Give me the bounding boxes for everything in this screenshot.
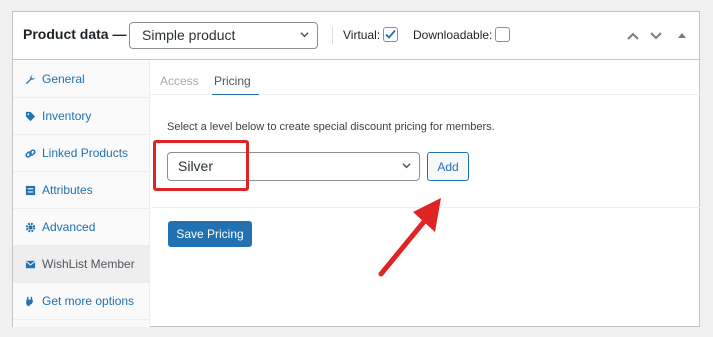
sidebar-item-label: Get more options (42, 294, 135, 308)
link-icon (25, 148, 36, 158)
save-pricing-button[interactable]: Save Pricing (168, 221, 252, 247)
sidebar-item-label: Linked Products (42, 146, 129, 160)
move-down-icon[interactable] (649, 30, 663, 42)
plugin-icon (26, 296, 33, 306)
level-select-highlight (153, 140, 249, 191)
add-level-button[interactable]: Add (427, 152, 469, 181)
sidebar-item-label: WishList Member (42, 257, 135, 271)
collapse-toggle-icon[interactable] (677, 30, 687, 42)
sidebar-item-get-more-options[interactable]: Get more options (13, 283, 149, 320)
tag-icon (25, 111, 36, 121)
sidebar-item-label: General (42, 72, 85, 86)
header-divider (332, 27, 333, 44)
sidebar-item-linked-products[interactable]: Linked Products (13, 135, 149, 172)
virtual-checkbox[interactable] (383, 27, 399, 42)
list-icon (25, 185, 36, 195)
tab-access[interactable]: Access (160, 74, 199, 88)
panel-title: Product data — (23, 26, 127, 42)
wishlist-tabs: Access Pricing (150, 61, 700, 95)
chevron-down-icon (402, 163, 411, 169)
move-up-icon[interactable] (626, 30, 640, 42)
annotation-arrow-icon (378, 198, 441, 277)
sidebar-item-label: Attributes (42, 183, 93, 197)
wrench-icon (25, 74, 36, 84)
sidebar-item-inventory[interactable]: Inventory (13, 98, 149, 135)
pricing-instruction: Select a level below to create special d… (167, 121, 495, 133)
sidebar-item-label: Advanced (42, 220, 96, 234)
gear-icon (25, 222, 36, 232)
sidebar-item-general[interactable]: General (13, 61, 149, 98)
downloadable-checkbox[interactable] (495, 27, 511, 42)
tab-pricing[interactable]: Pricing (212, 74, 259, 95)
panel-header: Product data — Simple product Virtual: D… (13, 12, 699, 60)
virtual-label: Virtual: (343, 27, 381, 42)
product-data-tabs: General Inventory Linked Products Attrib… (13, 61, 150, 327)
product-data-panel: Product data — Simple product Virtual: D… (12, 11, 700, 327)
chevron-down-icon (300, 32, 309, 38)
virtual-option: Virtual: (343, 27, 399, 42)
sidebar-item-label: Inventory (42, 109, 92, 123)
product-type-select[interactable]: Simple product (129, 22, 318, 49)
sidebar-item-attributes[interactable]: Attributes (13, 172, 149, 209)
downloadable-label: Downloadable: (413, 27, 493, 42)
downloadable-option: Downloadable: (413, 27, 511, 42)
envelope-icon (25, 260, 36, 268)
sidebar-item-advanced[interactable]: Advanced (13, 209, 149, 246)
checkmark-icon (385, 29, 396, 39)
sidebar-item-wishlist-member[interactable]: WishList Member (13, 246, 150, 283)
product-type-value: Simple product (142, 27, 236, 43)
